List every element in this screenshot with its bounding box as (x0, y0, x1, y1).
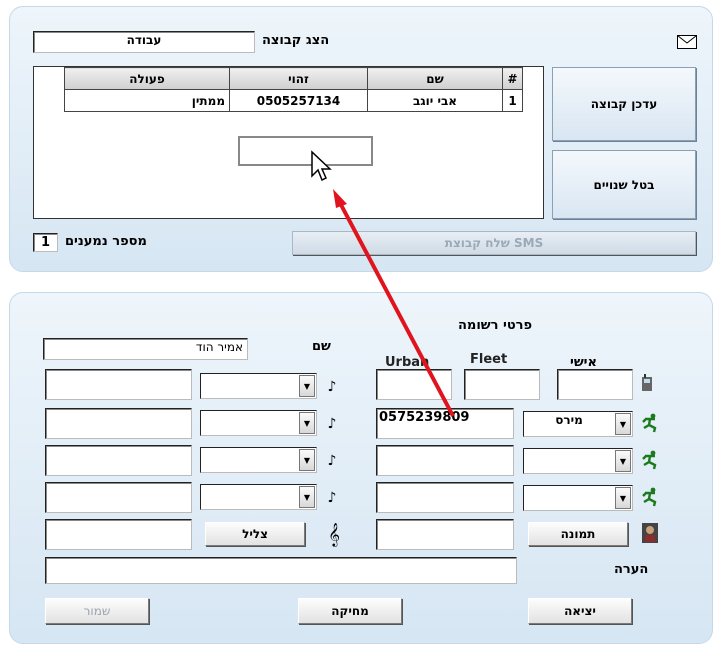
drag-arrow (333, 189, 455, 417)
mouse-cursor-icon (308, 148, 334, 184)
